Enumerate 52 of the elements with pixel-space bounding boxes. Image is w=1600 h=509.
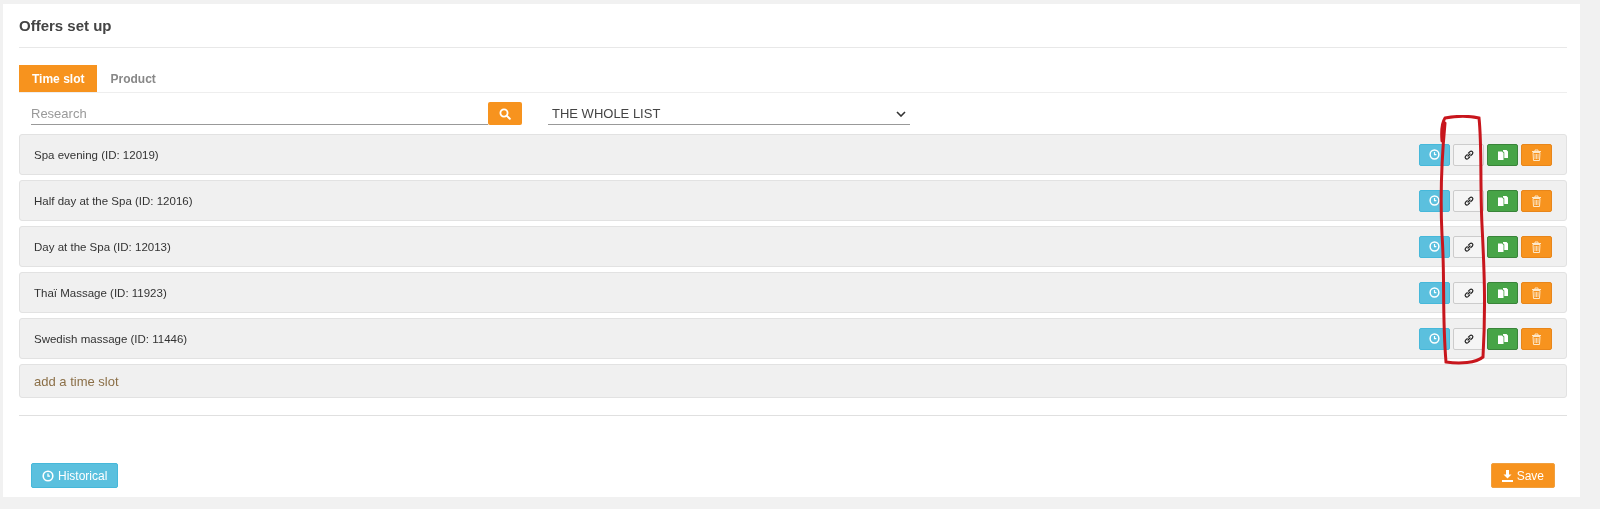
time-slot-name: Day at the Spa (ID: 12013)	[34, 240, 171, 253]
clock-icon	[1429, 195, 1440, 206]
time-slot-name: Half day at the Spa (ID: 12016)	[34, 194, 193, 207]
copy-button[interactable]	[1487, 143, 1518, 166]
chevron-down-icon	[896, 110, 906, 117]
link-icon	[1462, 240, 1475, 253]
link-icon	[1462, 286, 1475, 299]
list-filter-dropdown[interactable]: THE WHOLE LIST	[548, 103, 910, 125]
time-slot-name: Spa evening (ID: 12019)	[34, 148, 159, 161]
trash-icon	[1531, 194, 1542, 207]
link-button[interactable]	[1453, 189, 1484, 212]
trash-icon	[1531, 240, 1542, 253]
link-button[interactable]	[1453, 327, 1484, 350]
clock-icon	[1429, 287, 1440, 298]
clock-icon	[1429, 241, 1440, 252]
link-button[interactable]	[1453, 281, 1484, 304]
delete-button[interactable]	[1521, 143, 1552, 166]
add-time-slot-link[interactable]: add a time slot	[34, 373, 119, 389]
clock-icon	[1429, 149, 1440, 160]
delete-button[interactable]	[1521, 235, 1552, 258]
tab[interactable]: Product	[97, 65, 169, 92]
search-icon	[499, 107, 511, 120]
delete-button[interactable]	[1521, 327, 1552, 350]
copy-icon	[1496, 332, 1509, 345]
time-slot-name: Thaï Massage (ID: 11923)	[34, 286, 167, 299]
copy-icon	[1496, 194, 1509, 207]
page-title: Offers set up	[18, 16, 113, 36]
copy-icon	[1496, 240, 1509, 253]
schedule-button[interactable]	[1419, 281, 1450, 304]
link-icon	[1462, 332, 1475, 345]
link-button[interactable]	[1453, 235, 1484, 258]
delete-button[interactable]	[1521, 189, 1552, 212]
trash-icon	[1531, 286, 1542, 299]
copy-button[interactable]	[1487, 235, 1518, 258]
copy-icon	[1496, 148, 1509, 161]
link-icon	[1462, 148, 1475, 161]
clock-icon	[42, 469, 54, 482]
copy-button[interactable]	[1487, 327, 1518, 350]
schedule-button[interactable]	[1419, 189, 1450, 212]
time-slot-name: Swedish massage (ID: 11446)	[34, 332, 188, 345]
trash-icon	[1531, 332, 1542, 345]
copy-button[interactable]	[1487, 189, 1518, 212]
delete-button[interactable]	[1521, 281, 1552, 304]
link-icon	[1462, 194, 1475, 207]
download-icon	[1501, 469, 1513, 482]
tab[interactable]: Time slot	[19, 65, 98, 92]
copy-button[interactable]	[1487, 281, 1518, 304]
clock-icon	[1429, 333, 1440, 344]
historical-button[interactable]: Historical	[31, 463, 119, 488]
trash-icon	[1531, 148, 1542, 161]
save-button[interactable]: Save	[1490, 463, 1555, 488]
copy-icon	[1496, 286, 1509, 299]
